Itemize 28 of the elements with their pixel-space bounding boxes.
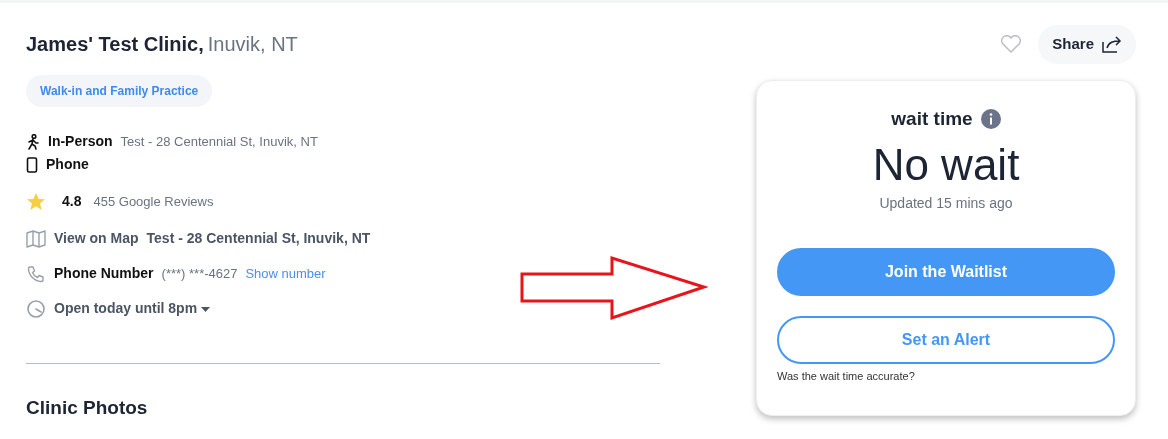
clinic-location: Inuvik, NT [207, 32, 298, 57]
map-link[interactable]: View on Map [54, 228, 139, 249]
review-count: 455 Google Reviews [93, 192, 214, 211]
clock-icon [26, 298, 46, 319]
clinic-name: James' Test Clinic, [26, 32, 204, 57]
share-icon [1102, 35, 1122, 54]
walking-person-icon [26, 133, 40, 150]
rating-score: 4.8 [62, 192, 82, 211]
map-address: Test - 28 Centennial St, Inuvik, NT [146, 229, 371, 248]
star-icon [26, 192, 46, 211]
mobile-phone-icon [26, 156, 38, 173]
visit-address: Test - 28 Centennial St, Inuvik, NT [120, 132, 318, 151]
wait-status: No wait [871, 141, 1021, 190]
visit-type-label: In-Person [48, 132, 113, 151]
share-button[interactable]: Share [1038, 25, 1136, 64]
visit-type-label: Phone [46, 155, 89, 174]
masked-phone-number: (***) ***-4627 [161, 264, 238, 283]
phone-label: Phone Number [54, 264, 154, 283]
hours-dropdown[interactable]: Open today until 8pm [54, 298, 211, 319]
section-title: Clinic Photos [26, 396, 149, 420]
map-icon [26, 229, 46, 248]
category-tag: Walk-in and Family Practice [26, 75, 213, 107]
wait-time-title: wait time [891, 106, 973, 131]
feedback-question: Was the wait time accurate? [777, 370, 915, 383]
info-icon[interactable] [980, 108, 1001, 129]
caret-icon [201, 305, 211, 312]
updated-time: Updated 15 mins ago [878, 194, 1014, 214]
phone-icon [26, 264, 46, 283]
